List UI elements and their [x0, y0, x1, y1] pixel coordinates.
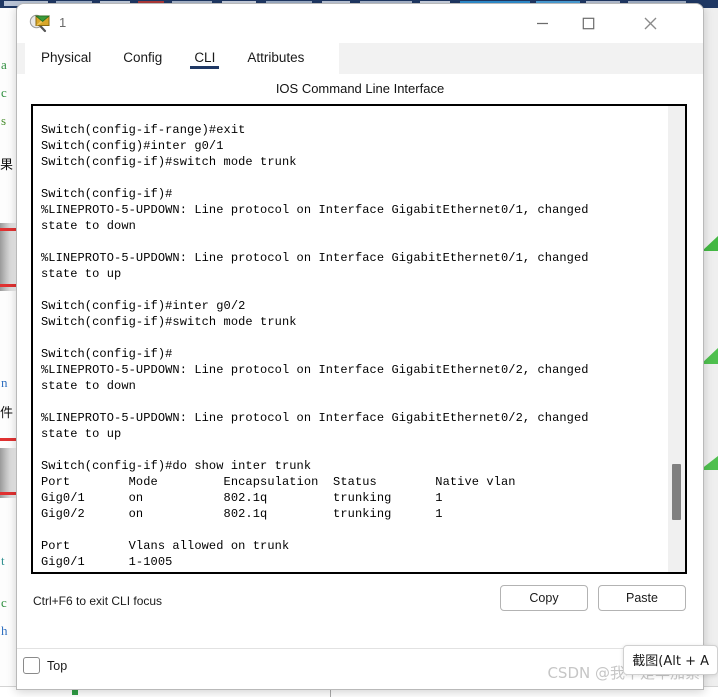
- tab-cli[interactable]: CLI: [190, 50, 220, 69]
- cli-scrollbar[interactable]: [668, 106, 685, 572]
- cli-caption: IOS Command Line Interface: [275, 81, 445, 96]
- tab-config[interactable]: Config: [123, 50, 162, 68]
- tab-physical[interactable]: Physical: [41, 50, 91, 68]
- snip-tool-tooltip: 截图(Alt + A: [623, 645, 718, 675]
- window-title: 1: [59, 15, 67, 30]
- maximize-icon: [582, 17, 594, 30]
- cli-scrollbar-thumb[interactable]: [672, 463, 681, 520]
- top-checkbox-label: Top: [47, 658, 68, 673]
- minimize-icon: [536, 22, 548, 25]
- minimize-button[interactable]: [519, 4, 565, 43]
- close-icon: [644, 17, 656, 30]
- tabstrip: Physical Config CLI Attributes: [17, 43, 703, 74]
- inspect-magnifier-icon: [29, 13, 51, 35]
- cli-terminal[interactable]: Switch(config-if-range)#exit Switch(conf…: [31, 104, 687, 574]
- topology-node-icon: [702, 236, 718, 251]
- cli-focus-hint: Ctrl+F6 to exit CLI focus: [33, 594, 163, 608]
- tab-attributes[interactable]: Attributes: [247, 50, 304, 68]
- top-checkbox-row[interactable]: Top: [23, 657, 67, 674]
- cli-panel: IOS Command Line Interface Switch(config…: [17, 74, 703, 689]
- copy-button[interactable]: Copy: [500, 585, 588, 611]
- maximize-button[interactable]: [565, 4, 611, 43]
- device-dialog-window: 1 Physical Config CLI Attributes IOS Com…: [16, 3, 704, 690]
- dialog-footer: Top: [17, 648, 703, 689]
- cli-terminal-output: Switch(config-if-range)#exit Switch(conf…: [41, 123, 589, 572]
- background-left-column: a c s 果 n 件 t c h: [0, 8, 17, 697]
- background-status-dot: [72, 690, 78, 695]
- close-button[interactable]: [627, 4, 673, 43]
- top-checkbox[interactable]: [23, 657, 40, 674]
- window-titlebar[interactable]: 1: [17, 4, 703, 43]
- paste-button[interactable]: Paste: [598, 585, 686, 611]
